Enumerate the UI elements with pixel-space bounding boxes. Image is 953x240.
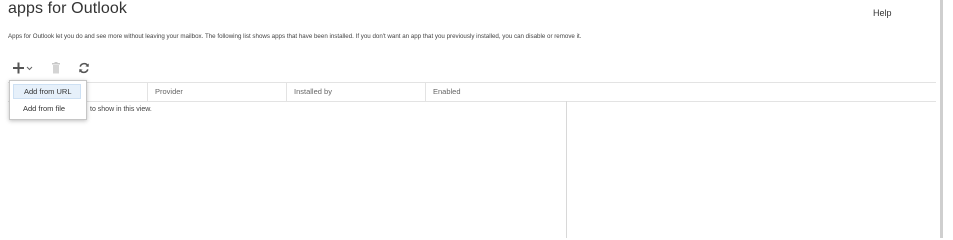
details-pane-divider — [566, 101, 567, 238]
chevron-down-icon — [26, 66, 33, 71]
toolbar — [12, 59, 92, 77]
apps-list: to show in this view. — [8, 101, 566, 238]
trash-icon — [52, 62, 60, 74]
refresh-button[interactable] — [76, 60, 92, 76]
plus-icon — [13, 62, 33, 74]
menu-item-add-from-url[interactable]: Add from URL — [13, 84, 81, 99]
help-link[interactable]: Help — [873, 8, 892, 18]
refresh-icon — [79, 62, 89, 74]
scrollbar[interactable] — [940, 0, 943, 238]
page-description: Apps for Outlook let you do and see more… — [8, 33, 582, 40]
grid-header: Provider Installed by Enabled — [8, 82, 936, 102]
column-header-provider[interactable]: Provider — [147, 83, 287, 101]
empty-list-message: to show in this view. — [90, 106, 152, 113]
column-header-installed-by[interactable]: Installed by — [286, 83, 426, 101]
column-header-enabled[interactable]: Enabled — [425, 83, 566, 101]
page-title: apps for Outlook — [8, 0, 127, 17]
delete-button[interactable] — [48, 60, 64, 76]
menu-item-add-from-file[interactable]: Add from file — [13, 101, 81, 116]
add-menu: Add from URL Add from file — [9, 80, 87, 120]
add-button[interactable] — [12, 60, 34, 76]
